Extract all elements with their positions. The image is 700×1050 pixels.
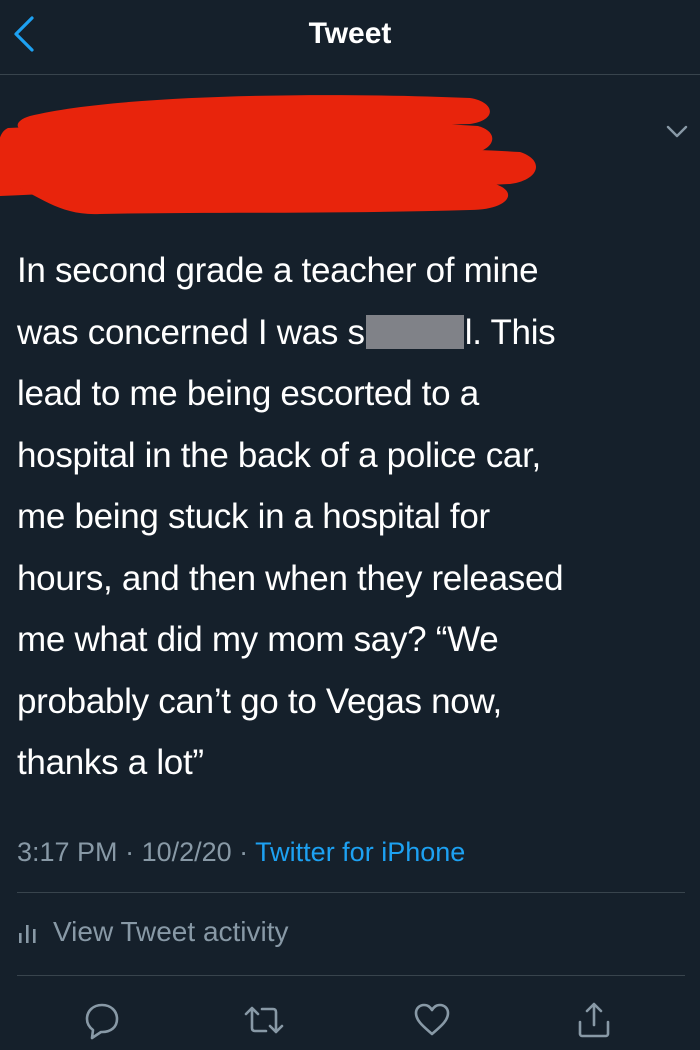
reply-button[interactable] xyxy=(78,996,126,1044)
redacted-author-scribble xyxy=(0,95,537,215)
view-tweet-activity-label: View Tweet activity xyxy=(53,916,289,947)
tweet-text-line: thanks a lot” xyxy=(17,743,204,782)
share-icon xyxy=(578,1002,610,1038)
tweet-text-line: me being stuck in a hospital for xyxy=(17,497,490,536)
tweet-text-line: me what did my mom say? “We xyxy=(17,620,499,659)
tweet-date: 10/2/20 xyxy=(141,837,232,867)
tweet-text-line: probably can’t go to Vegas now, xyxy=(17,681,502,721)
chevron-down-icon xyxy=(666,125,688,138)
tweet-action-bar xyxy=(0,990,700,1050)
redacted-word-box xyxy=(365,314,464,349)
heart-icon xyxy=(414,1003,450,1036)
tweet-text-fragment: was concerned I was s xyxy=(17,312,365,352)
top-navigation-bar: Tweet xyxy=(0,0,700,75)
retweet-button[interactable] xyxy=(240,996,288,1044)
divider xyxy=(17,975,685,976)
meta-separator: · xyxy=(231,837,256,867)
reply-icon xyxy=(85,1003,119,1040)
tweet-metadata: 3:17 PM · 10/2/20 · Twitter for iPhone xyxy=(17,832,465,872)
meta-separator: · xyxy=(117,837,142,867)
tweet-text: In second grade a teacher of mine was co… xyxy=(17,240,687,794)
share-button[interactable] xyxy=(570,996,618,1044)
bar-chart-icon xyxy=(17,919,39,945)
tweet-source-link[interactable]: Twitter for iPhone xyxy=(255,837,465,867)
page-title: Tweet xyxy=(308,17,392,50)
tweet-text-line: was concerned I was s l. This xyxy=(17,302,687,364)
tweet-text-line: lead to me being escorted to a xyxy=(17,374,479,413)
view-tweet-activity-button[interactable]: View Tweet activity xyxy=(17,910,289,954)
retweet-icon xyxy=(244,1006,284,1034)
tweet-text-line: In second grade a teacher of mine xyxy=(17,251,539,290)
tweet-text-line: hospital in the back of a police car, xyxy=(17,435,541,475)
tweet-options-button[interactable] xyxy=(660,118,694,146)
tweet-text-fragment: l. This xyxy=(464,312,556,352)
like-button[interactable] xyxy=(408,996,456,1044)
tweet-screen: Tweet In second grade a teacher of mine … xyxy=(0,0,700,1050)
tweet-time: 3:17 PM xyxy=(17,837,118,867)
divider xyxy=(17,892,685,893)
tweet-text-line: hours, and then when they released xyxy=(17,558,564,598)
